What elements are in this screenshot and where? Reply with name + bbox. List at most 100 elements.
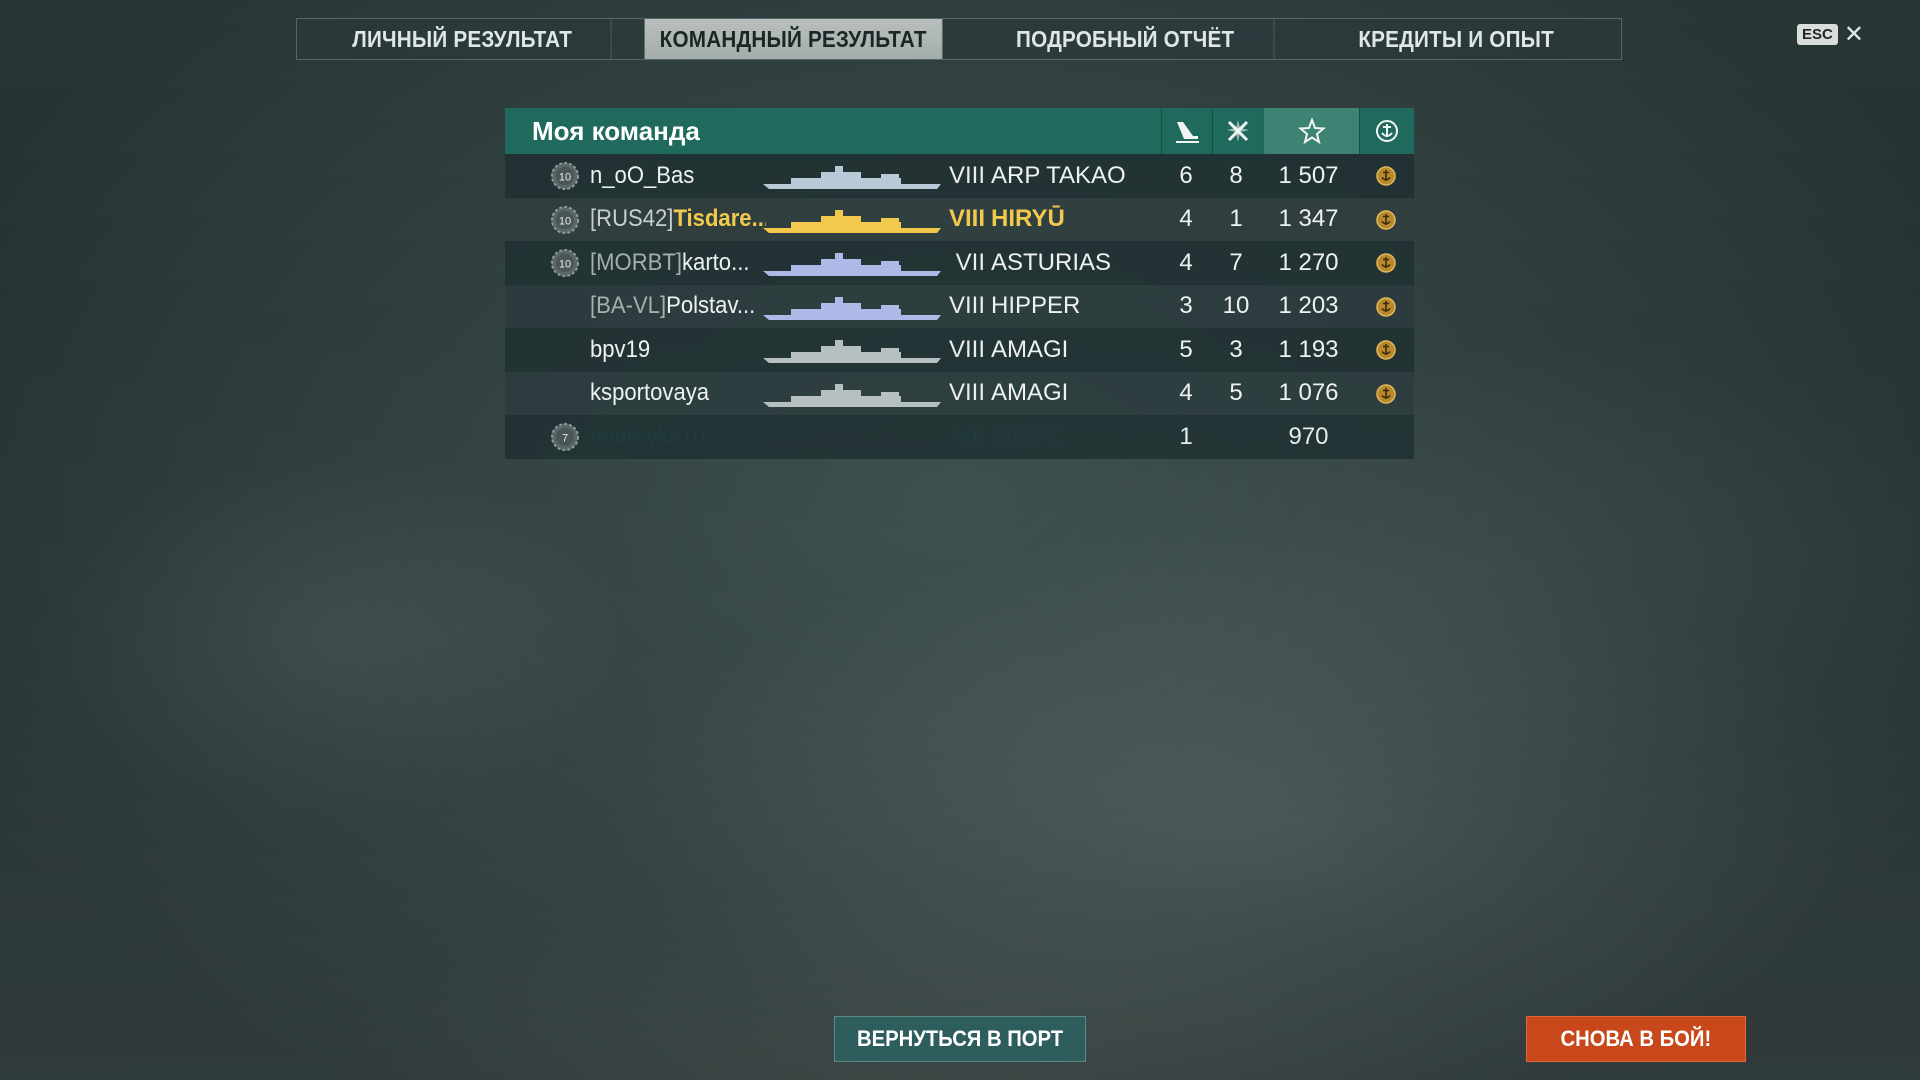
player-level: 10: [559, 172, 571, 184]
ship-silhouette-icon: [763, 340, 941, 363]
achievement-medal-icon[interactable]: [1374, 295, 1398, 319]
table-row[interactable]: 10 n_oO_Bas VIII ARP TAKAO 6 8 1 507: [505, 154, 1414, 198]
base-xp-score: 970: [1288, 422, 1329, 450]
ship-name: AMAGI: [991, 335, 1069, 363]
team-table-header: Моя команда: [505, 108, 1414, 154]
base-xp-score: 1 507: [1278, 161, 1339, 189]
player-name: [BA-VL]Polstav...: [590, 292, 766, 320]
player-nick: bpv19: [590, 335, 651, 363]
close-button[interactable]: ESC ✕: [1797, 20, 1864, 48]
base-xp-score: 1 193: [1278, 335, 1339, 363]
ship-silhouette-icon: [763, 166, 941, 189]
ships-sunk-count: 6: [1179, 161, 1193, 189]
table-row[interactable]: bpv19 VIII AMAGI 5 3 1 193: [505, 328, 1414, 372]
ship-name: ARP TAKAO: [991, 161, 1126, 189]
star-icon: [1297, 117, 1326, 145]
ship-tier: VIII: [948, 379, 985, 407]
achievement-medal-icon[interactable]: [1374, 164, 1398, 188]
player-level-badge-icon: 7: [551, 423, 579, 451]
ship-silhouette-icon: [763, 383, 941, 407]
player-nick: karto...: [682, 248, 750, 276]
base-xp-score: 1 270: [1278, 248, 1339, 276]
player-nick: ksportovaya: [590, 379, 710, 407]
ship-tier: VIII: [948, 161, 985, 189]
player-nick: n_oO_Bas: [590, 161, 695, 189]
clan-tag: [MORBT]: [590, 248, 682, 276]
player-level-badge-icon: 10: [551, 205, 579, 234]
team-title: Моя команда: [532, 115, 700, 146]
ships-sunk-count: 4: [1179, 205, 1193, 233]
base-xp-score: 1 203: [1278, 292, 1339, 320]
ship-silhouette-icon: [763, 427, 941, 450]
return-to-port-button[interactable]: ВЕРНУТЬСЯ В ПОРТ: [834, 1016, 1086, 1062]
ship-silhouette-icon: [763, 253, 941, 276]
player-name: bpv19: [590, 336, 766, 364]
ship-tier: VII: [955, 422, 985, 450]
tab-team-result[interactable]: КОМАНДНЫЙ РЕЗУЛЬТАТ: [644, 19, 943, 59]
achievement-medal-icon[interactable]: [1374, 338, 1398, 362]
player-name: n_oO_Bas: [590, 162, 766, 190]
ship-tier: VIII: [948, 205, 985, 233]
planes-destroyed-count: 3: [1229, 335, 1243, 363]
esc-key-label: ESC: [1797, 24, 1838, 45]
player-name: ksportovaya: [590, 379, 766, 407]
tab-credits-and-xp[interactable]: КРЕДИТЫ И ОПЫТ: [1307, 19, 1604, 59]
base-xp-score: 1 347: [1278, 205, 1339, 233]
table-row[interactable]: 10 [MORBT]karto... VII ASTURIAS 4 7 1 270: [505, 241, 1414, 285]
planes-destroyed-count: 1: [1229, 205, 1243, 233]
ship-name: AMAGI: [991, 379, 1069, 407]
planes-destroyed-count: 8: [1229, 161, 1243, 189]
ships-sunk-count: 4: [1179, 248, 1193, 276]
table-row[interactable]: 10 [RUS42]Tisdare... VIII HIRYŪ 4 1 1 347: [505, 197, 1414, 241]
ships-sunk-count: 3: [1179, 292, 1193, 320]
ships-sunk-count: 4: [1179, 379, 1193, 407]
player-nick: Tisdare...: [673, 205, 766, 233]
battle-again-button[interactable]: СНОВА В БОЙ!: [1526, 1016, 1746, 1062]
player-name: [MORBT]karto...: [590, 249, 766, 277]
ships-sunk-count: 1: [1179, 422, 1193, 450]
table-row[interactable]: 7 andreyka108 VII ЩОРС 1 970: [505, 415, 1414, 459]
plane-kill-icon: [1227, 120, 1249, 142]
team-table: Моя команда 10 n_oO_Bas VIII ARP TAKAO 6…: [505, 108, 1414, 459]
ship-name: ASTURIAS: [991, 248, 1112, 276]
table-row[interactable]: ksportovaya VIII AMAGI 4 5 1 076: [505, 371, 1414, 415]
planes-destroyed-count: 10: [1222, 292, 1250, 320]
anchor-medal-icon: [1376, 120, 1398, 142]
team-rows: 10 n_oO_Bas VIII ARP TAKAO 6 8 1 507 10 [RUS…: [505, 154, 1414, 459]
ship-sunk-icon: [1176, 122, 1199, 143]
ship-silhouette-icon: [763, 209, 941, 233]
player-nick: Polstav...: [666, 292, 756, 320]
achievement-medal-icon[interactable]: [1374, 382, 1398, 406]
close-icon: ✕: [1843, 20, 1864, 48]
ship-tier: VIII: [948, 335, 985, 363]
player-nick: andreyka108: [590, 422, 718, 450]
ship-tier: VII: [955, 248, 985, 276]
ship-name: HIRYŪ: [991, 205, 1065, 233]
player-level-badge-icon: 10: [551, 249, 579, 277]
table-row[interactable]: [BA-VL]Polstav... VIII HIPPER 3 10 1 203: [505, 284, 1414, 328]
player-level: 7: [562, 433, 568, 445]
player-level: 10: [559, 215, 571, 227]
player-level-badge-icon: 10: [551, 162, 579, 190]
column-ships-sunk[interactable]: [1161, 108, 1212, 154]
player-name: andreyka108: [590, 423, 766, 451]
ship-silhouette-icon: [763, 296, 941, 320]
tab-personal-result[interactable]: ЛИЧНЫЙ РЕЗУЛЬТАТ: [314, 19, 612, 59]
base-xp-score: 1 076: [1278, 379, 1339, 407]
clan-tag: [RUS42]: [590, 205, 674, 233]
column-planes-destroyed[interactable]: [1212, 108, 1263, 154]
player-level: 10: [559, 259, 571, 271]
column-achievements[interactable]: [1359, 108, 1414, 154]
planes-destroyed-count: 7: [1229, 248, 1243, 276]
planes-destroyed-count: 5: [1229, 379, 1243, 407]
ship-name: ЩОРС: [991, 422, 1066, 450]
result-tabs: ЛИЧНЫЙ РЕЗУЛЬТАТ КОМАНДНЫЙ РЕЗУЛЬТАТ ПОД…: [296, 18, 1622, 60]
achievement-medal-icon[interactable]: [1374, 251, 1398, 275]
achievement-medal-icon[interactable]: [1374, 208, 1398, 232]
player-name: [RUS42]Tisdare...: [590, 205, 766, 233]
clan-tag: [BA-VL]: [590, 292, 667, 320]
tab-detailed-report[interactable]: ПОДРОБНЫЙ ОТЧЁТ: [976, 19, 1275, 59]
ships-sunk-count: 5: [1179, 335, 1193, 363]
column-base-xp[interactable]: [1263, 108, 1359, 154]
ship-name: HIPPER: [991, 292, 1081, 320]
